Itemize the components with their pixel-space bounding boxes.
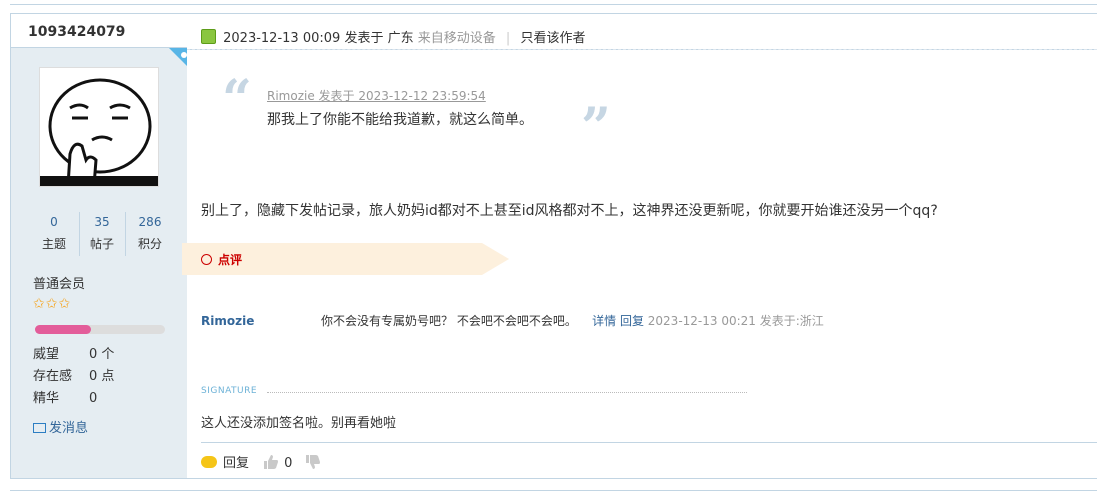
top-divider [10, 4, 1097, 5]
detail-value: 0 个 [89, 347, 115, 362]
username-bar: 1093424079 [11, 14, 188, 48]
detail-value: 0 [89, 391, 98, 406]
user-stats: 0 主题 35 帖子 286 积分 [31, 212, 171, 256]
detail-key: 存在感 [33, 369, 73, 384]
thumbs-down-icon[interactable] [305, 454, 321, 470]
credit-progress-fill [35, 325, 91, 334]
stat-points[interactable]: 286 积分 [127, 212, 173, 256]
detail-key: 精华 [33, 391, 60, 406]
comment-row: 你不会没有专属奶号吧？ 不会吧不会吧不会吧。 详情 回复 2023-12-13 … [321, 312, 824, 329]
quote-open-icon: “ [222, 69, 252, 130]
comment-detail-link[interactable]: 详情 [592, 314, 616, 328]
star-icon: ✩ [58, 296, 71, 312]
comment-section-tab: 点评 [182, 243, 509, 275]
detail-presence: 存在感 0 点 [33, 365, 114, 384]
comment-user-link[interactable]: Rimozie [201, 314, 254, 328]
reply-button[interactable]: 回复 [223, 456, 249, 471]
star-icon: ✩ [33, 296, 45, 312]
mail-icon [33, 423, 46, 433]
post-content: 2023-12-13 00:09 发表于 广东 来自移动设备 | 只看该作者 “… [182, 13, 1097, 479]
header-divider [187, 49, 1097, 50]
star-icon: ✩ [45, 296, 58, 312]
comment-section-label: 点评 [218, 253, 243, 267]
post-datetime: 2023-12-13 00:09 [223, 31, 341, 46]
header-separator: | [505, 31, 511, 46]
online-status-icon [201, 29, 216, 44]
stat-value: 286 [138, 215, 162, 229]
comment-circle-icon [201, 254, 212, 265]
bottom-divider [10, 490, 1097, 491]
detail-value: 0 点 [89, 369, 115, 384]
comment-meta: 2023-12-13 00:21 发表于:浙江 [647, 314, 824, 328]
avatar[interactable] [39, 67, 159, 188]
stat-label: 主题 [41, 237, 66, 251]
comment-reply-link[interactable]: 回复 [620, 314, 644, 328]
detail-digest: 精华 0 [33, 387, 97, 406]
send-message-link[interactable]: 发消息 [33, 417, 88, 436]
stat-divider [125, 212, 126, 256]
from-device: 来自移动设备 [417, 31, 496, 46]
stat-value: 0 [50, 215, 58, 229]
detail-prestige: 威望 0 个 [33, 343, 114, 362]
avatar-meme-face-icon [40, 68, 158, 188]
stat-topics[interactable]: 0 主题 [31, 212, 77, 256]
author-only-link[interactable]: 只看该作者 [520, 31, 585, 46]
posted-at-label: 发表于 [344, 31, 384, 46]
signature-text: 这人还没添加签名啦。别再看她啦 [201, 416, 397, 431]
thumbs-up-icon[interactable] [263, 454, 279, 470]
author-sidebar: 1093424079 0 主题 35 帖子 286 积分 普通会员 ✩✩✩ 威望… [10, 13, 189, 479]
stat-label: 积分 [137, 237, 162, 251]
quote-text: 那我上了你能不能给我道歉，就这么简单。 [267, 112, 533, 128]
detail-key: 威望 [33, 347, 60, 362]
post-header: 2023-12-13 00:09 发表于 广东 来自移动设备 | 只看该作者 [201, 27, 585, 46]
stat-value: 35 [94, 215, 110, 229]
stat-label: 帖子 [89, 237, 114, 251]
credit-progress-bar [35, 325, 165, 334]
quote-close-icon: ” [581, 97, 611, 158]
user-group[interactable]: 普通会员 [33, 273, 85, 292]
signature-divider [267, 392, 747, 393]
signature-label: SIGNATURE [201, 386, 258, 396]
footer-divider [201, 442, 1097, 443]
online-corner-badge [169, 48, 189, 68]
quote-header-link[interactable]: Rimozie 发表于 2023-12-12 23:59:54 [267, 87, 486, 104]
like-count: 0 [284, 456, 293, 471]
comment-text: 你不会没有专属奶号吧？ 不会吧不会吧不会吧。 [321, 314, 577, 328]
post-body: 别上了，隐藏下发帖记录，旅人奶妈id都对不上甚至id风格都对不上，这神界还没更新… [201, 203, 938, 219]
post-location: 广东 [387, 31, 414, 46]
rank-stars: ✩✩✩ [33, 296, 71, 312]
send-message-label: 发消息 [49, 421, 89, 436]
stat-posts[interactable]: 35 帖子 [79, 212, 125, 256]
username-link[interactable]: 1093424079 [28, 24, 125, 40]
post-footer: 回复 0 [201, 452, 321, 471]
reply-bubble-icon [201, 456, 217, 468]
